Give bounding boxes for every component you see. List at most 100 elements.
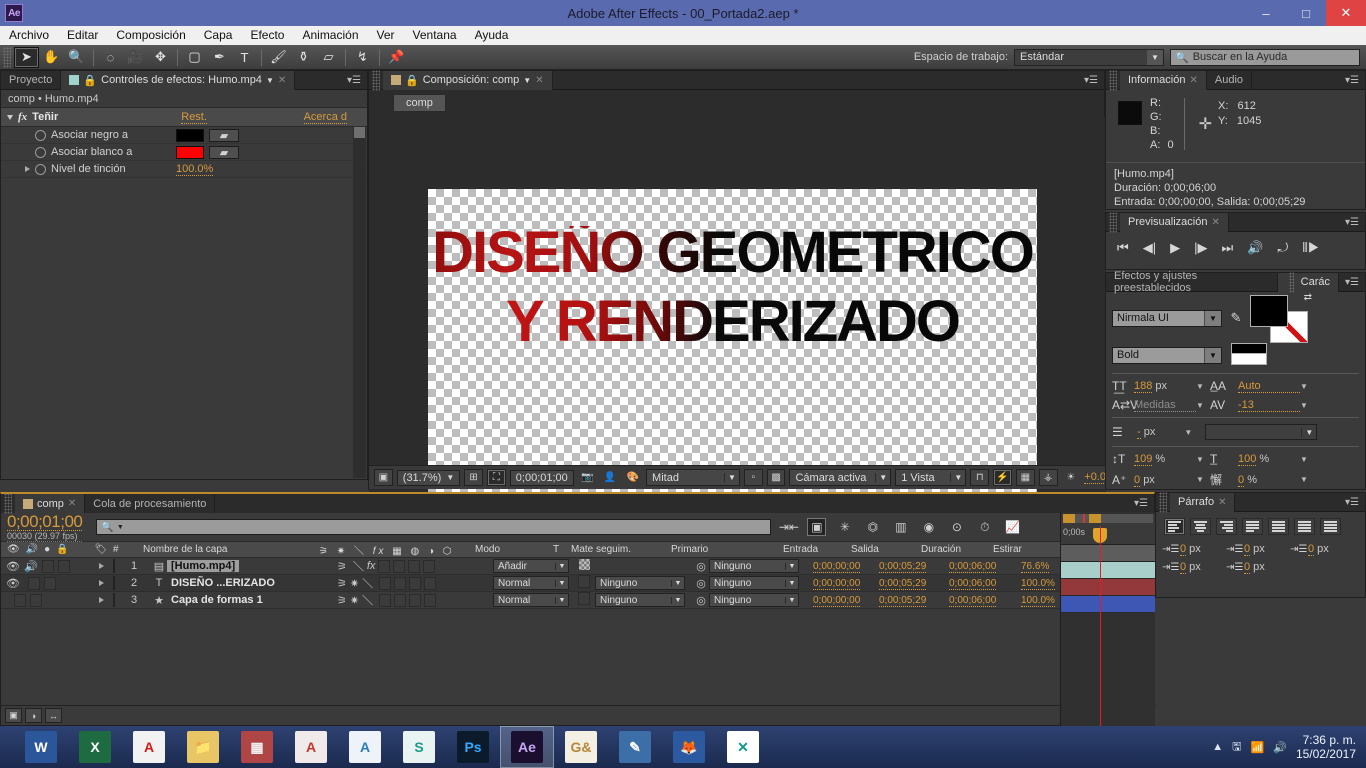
panel-menu-icon[interactable]: ▾☰	[1078, 75, 1104, 86]
taskbar-item-autocad[interactable]: A	[284, 726, 338, 768]
menu-item-ayuda[interactable]: Ayuda	[466, 26, 518, 45]
chevron-down-icon[interactable]: ▼	[1196, 401, 1210, 410]
frame-blend-switch[interactable]	[379, 593, 392, 607]
stroke-style-select[interactable]: ▼	[1205, 424, 1318, 440]
motion-blur-switch[interactable]	[393, 559, 406, 573]
effect-property-row[interactable]: Asociar blanco a ▰	[1, 144, 367, 161]
hide-shy-layers-icon[interactable]: ▣	[807, 518, 827, 536]
layer-name[interactable]: DISEÑO ...ERIZADO	[167, 577, 279, 589]
panel-menu-icon[interactable]: ▾☰	[1339, 277, 1365, 288]
layer-visibility-toggle[interactable]: 👁	[6, 560, 20, 573]
panel-menu-icon[interactable]: ▾☰	[1339, 497, 1365, 508]
tab-previsualizacion[interactable]: Previsualización ✕	[1120, 212, 1229, 232]
grid-guides-button[interactable]: ⊞	[464, 469, 484, 486]
puppet-pin-tool[interactable]: 📌	[384, 47, 409, 68]
toggle-switches-modes-icon[interactable]: ▣	[5, 708, 22, 723]
next-frame-button[interactable]: |▶	[1194, 240, 1207, 256]
close-icon[interactable]: ✕	[1189, 75, 1197, 86]
preserve-transparency-toggle[interactable]	[578, 575, 590, 588]
chevron-down-icon[interactable]: ▼	[1196, 455, 1210, 464]
layer-label-color[interactable]	[113, 593, 115, 607]
taskbar-item-toplink[interactable]: ✕	[716, 726, 770, 768]
clone-stamp-tool[interactable]: ⚱	[291, 47, 316, 68]
menu-item-archivo[interactable]: Archivo	[0, 26, 58, 45]
roto-brush-tool[interactable]: ↯	[350, 47, 375, 68]
quality-switch[interactable]: ＼	[362, 592, 373, 608]
taskbar-item-photoshop[interactable]: Ps	[446, 726, 500, 768]
menu-item-capa[interactable]: Capa	[195, 26, 242, 45]
parent-select[interactable]: Ninguno ▼	[709, 576, 799, 590]
navigator-start-handle[interactable]	[1063, 514, 1075, 523]
close-icon[interactable]: ✕	[68, 498, 76, 509]
parent-pickwhip-icon[interactable]: ◎	[693, 594, 709, 607]
chevron-down-icon[interactable]: ▼	[1300, 401, 1314, 410]
workspace-select[interactable]: Estándar ▼	[1014, 48, 1164, 66]
tab-audio[interactable]: Audio	[1207, 70, 1253, 90]
table-row[interactable]: 👁 🔊 1 ▤ [Humo.mp4] ⚞ ＼ fx Añadir ▼ ◎ Ninguno ▼ 0;00;0…	[1, 558, 1154, 575]
taskbar-clock[interactable]: 7:36 p. m. 15/02/2017	[1296, 733, 1356, 761]
layer-label-color[interactable]	[113, 576, 115, 590]
scroll-up-arrow-icon[interactable]	[354, 127, 365, 138]
layer-solo-toggle[interactable]	[41, 559, 54, 573]
chevron-down-icon[interactable]: ▼	[523, 76, 531, 85]
effect-header-tenir[interactable]: fx Teñir Rest. Acerca d	[1, 108, 367, 127]
justify-last-center-button[interactable]	[1268, 518, 1289, 535]
parent-pickwhip-icon[interactable]: ◎	[693, 577, 709, 590]
flowchart-view-button[interactable]: ⚶	[1038, 469, 1058, 486]
navigator-end-handle[interactable]	[1089, 514, 1101, 523]
motion-blur-switch[interactable]	[394, 593, 407, 607]
motion-sketch-icon[interactable]: ⏱	[975, 518, 994, 536]
motion-blur-icon[interactable]: ⏣	[863, 518, 882, 536]
effect-property-row[interactable]: Nivel de tinción 100.0%	[1, 161, 367, 178]
horizontal-scale-value[interactable]: 100	[1238, 453, 1257, 466]
close-icon[interactable]: ✕	[1218, 497, 1226, 508]
indent-left-margin[interactable]: 0 px	[1180, 543, 1226, 556]
reset-link[interactable]: Rest.	[181, 111, 207, 124]
font-style-select[interactable]: Bold ▼	[1112, 346, 1222, 364]
tab-render-queue[interactable]: Cola de procesamiento	[85, 494, 216, 513]
bw-color-presets[interactable]	[1231, 343, 1267, 367]
chevron-down-icon[interactable]: ▼	[1184, 428, 1192, 437]
timeline-view-button[interactable]: ▦	[1015, 469, 1035, 486]
timeline-search-input[interactable]: 🔍 ▼	[96, 519, 772, 535]
layer-duration-bar[interactable]	[1061, 596, 1155, 613]
stretch-timeline-icon[interactable]: ↔	[45, 708, 62, 723]
taskbar-item-snipping-tool[interactable]: ✎	[608, 726, 662, 768]
disclosure-triangle-icon[interactable]	[7, 114, 13, 120]
three-d-switch[interactable]	[424, 576, 437, 590]
font-family-select[interactable]: Nirmala UI ▼	[1112, 309, 1222, 327]
kerning-value[interactable]: Medidas	[1134, 399, 1196, 412]
fill-stroke-colors[interactable]: ⇄	[1250, 292, 1312, 343]
channels-icon[interactable]: 🎨	[623, 469, 642, 486]
justify-last-right-button[interactable]	[1294, 518, 1315, 535]
taskbar-item-acrobat-reader[interactable]: A	[122, 726, 176, 768]
eraser-tool[interactable]: ▱	[316, 47, 341, 68]
show-snapshot-icon[interactable]: 👤	[601, 469, 620, 486]
tab-proyecto[interactable]: Proyecto	[1, 70, 62, 90]
align-center-button[interactable]	[1190, 518, 1211, 535]
table-row[interactable]: 👁 2 T DISEÑO ...ERIZADO ⚞ ✷ ＼ Normal ▼ Ninguno ▼ ◎ N…	[1, 575, 1154, 592]
close-icon[interactable]: ✕	[535, 75, 543, 86]
space-before-paragraph[interactable]: 0 px	[1180, 561, 1226, 574]
layer-out-point[interactable]: 0;00;05;29	[879, 578, 927, 590]
layer-label-color[interactable]	[113, 559, 115, 573]
effect-property-row[interactable]: Asociar negro a ▰	[1, 127, 367, 144]
align-left-button[interactable]	[1164, 518, 1185, 535]
layer-lock-toggle[interactable]	[43, 576, 56, 590]
effects-scrollbar[interactable]	[353, 126, 366, 478]
taskbar-item-arcmap-mxd[interactable]: S	[392, 726, 446, 768]
chevron-down-icon[interactable]: ▼	[266, 76, 274, 85]
preserve-transparency-toggle[interactable]	[578, 559, 590, 570]
pan-behind-tool[interactable]: ✥	[148, 47, 173, 68]
work-area-bar[interactable]	[1061, 545, 1155, 562]
network-signal-icon[interactable]: 📶	[1251, 741, 1265, 754]
zoom-level-select[interactable]: (31.7%) ▼	[396, 469, 461, 486]
layer-name[interactable]: [Humo.mp4]	[167, 560, 240, 572]
parent-select[interactable]: Ninguno ▼	[709, 559, 799, 573]
graph-editor-icon[interactable]: ⊙	[947, 518, 966, 536]
taskbar-item-firefox[interactable]: 🦊	[662, 726, 716, 768]
panel-menu-icon[interactable]: ▾☰	[1339, 75, 1365, 86]
ram-preview-button[interactable]: ⦀▶	[1302, 240, 1319, 256]
menu-item-ventana[interactable]: Ventana	[404, 26, 466, 45]
disclosure-triangle-icon[interactable]	[25, 166, 30, 172]
